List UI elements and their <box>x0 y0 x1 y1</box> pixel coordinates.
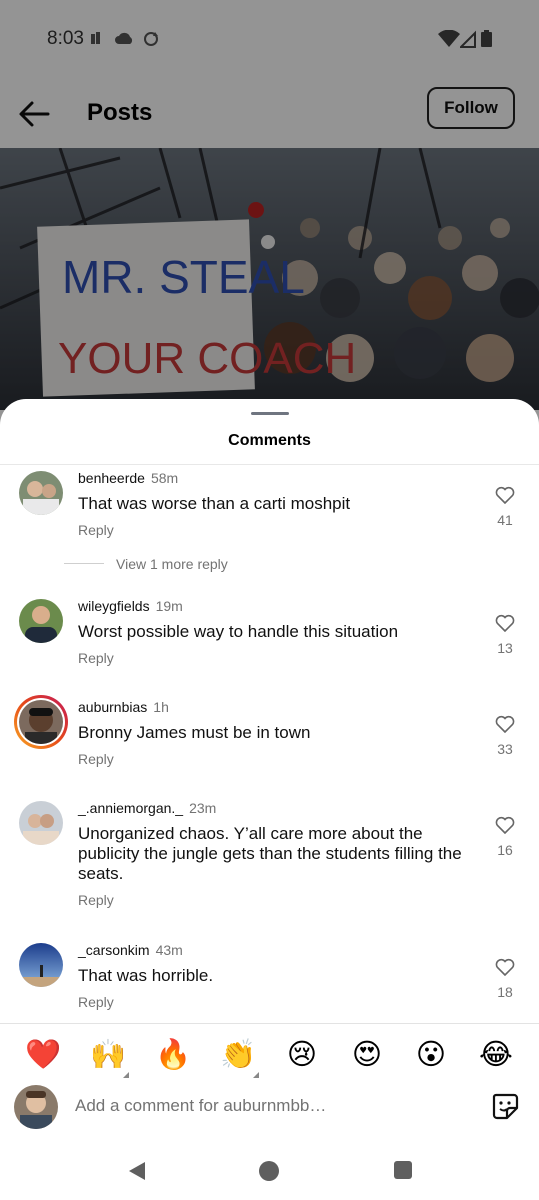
timestamp: 1h <box>153 699 169 715</box>
reply-button[interactable]: Reply <box>78 522 114 538</box>
heart-icon[interactable] <box>495 614 515 632</box>
view-replies-label: View 1 more reply <box>116 556 228 572</box>
reaction-fire[interactable]: 🔥 <box>155 1036 191 1072</box>
clap-emoji: 👏 <box>220 1037 257 1071</box>
home-nav-icon[interactable] <box>258 1160 280 1182</box>
like-count: 16 <box>497 842 513 858</box>
reply-button[interactable]: Reply <box>78 650 114 666</box>
heart-icon[interactable] <box>495 958 515 976</box>
username[interactable]: _carsonkim <box>78 942 150 958</box>
reply-button[interactable]: Reply <box>78 994 114 1010</box>
reply-button[interactable]: Reply <box>78 751 114 767</box>
heart-icon[interactable] <box>495 715 515 733</box>
reply-line <box>64 563 104 564</box>
reaction-crying[interactable]: 😢 <box>284 1036 320 1072</box>
username[interactable]: benheerde <box>78 470 145 486</box>
comment-text: That was horrible. <box>78 966 214 985</box>
timestamp: 23m <box>189 800 217 816</box>
back-nav-icon[interactable] <box>126 1160 148 1182</box>
like-count: 33 <box>497 741 513 757</box>
comment-header: wileygfields 19m <box>78 598 183 614</box>
timestamp: 43m <box>155 942 183 958</box>
recents-nav-icon[interactable] <box>393 1160 413 1180</box>
avatar[interactable] <box>19 599 63 643</box>
reaction-clap[interactable]: 👏 <box>220 1036 259 1078</box>
timestamp: 58m <box>150 470 179 486</box>
comment-header: auburnbias 1h <box>78 699 169 715</box>
story-ring[interactable] <box>14 695 68 749</box>
like-count: 41 <box>497 512 513 528</box>
avatar <box>19 700 63 744</box>
reaction-raised-hands[interactable]: 🙌 <box>90 1036 129 1078</box>
like-count: 13 <box>497 640 513 656</box>
username[interactable]: auburnbias <box>78 699 147 715</box>
username[interactable]: wileygfields <box>78 598 150 614</box>
timestamp: 19m <box>155 598 183 614</box>
more-indicator <box>253 1072 259 1078</box>
comment-text: Unorganized chaos. Y’all care more about… <box>78 824 462 883</box>
sheet-title: Comments <box>228 432 311 449</box>
heart-icon[interactable] <box>495 816 515 834</box>
like-count: 18 <box>497 984 513 1000</box>
reply-button[interactable]: Reply <box>78 892 114 908</box>
comment-text: Worst possible way to handle this situat… <box>78 622 399 641</box>
comment-header: benheerde 58m <box>78 470 178 486</box>
reaction-surprised[interactable]: 😮 <box>413 1036 449 1072</box>
divider <box>0 464 539 465</box>
comment-text: That was worse than a carti moshpit <box>78 494 351 513</box>
avatar[interactable] <box>19 801 63 845</box>
reaction-heart-eyes[interactable]: 😍 <box>349 1036 385 1072</box>
avatar[interactable] <box>19 943 63 987</box>
reaction-laughing[interactable]: 😂 <box>478 1036 514 1072</box>
divider <box>0 1023 539 1024</box>
reaction-heart[interactable]: ❤️ <box>25 1036 61 1072</box>
comments-sheet: Comments benheerde 58m That was worse tha… <box>0 399 539 1200</box>
username[interactable]: _.anniemorgan._ <box>78 800 183 816</box>
my-avatar <box>14 1085 58 1129</box>
heart-icon[interactable] <box>495 486 515 504</box>
avatar[interactable] <box>19 471 63 515</box>
sticker-icon[interactable] <box>491 1092 519 1120</box>
comment-text: Bronny James must be in town <box>78 723 311 742</box>
comment-input[interactable] <box>75 1094 465 1118</box>
raised-hands-emoji: 🙌 <box>90 1037 127 1071</box>
drag-handle[interactable] <box>251 412 289 415</box>
comment-header: _carsonkim 43m <box>78 942 183 958</box>
comment-header: _.anniemorgan._ 23m <box>78 800 216 816</box>
more-indicator <box>123 1072 129 1078</box>
